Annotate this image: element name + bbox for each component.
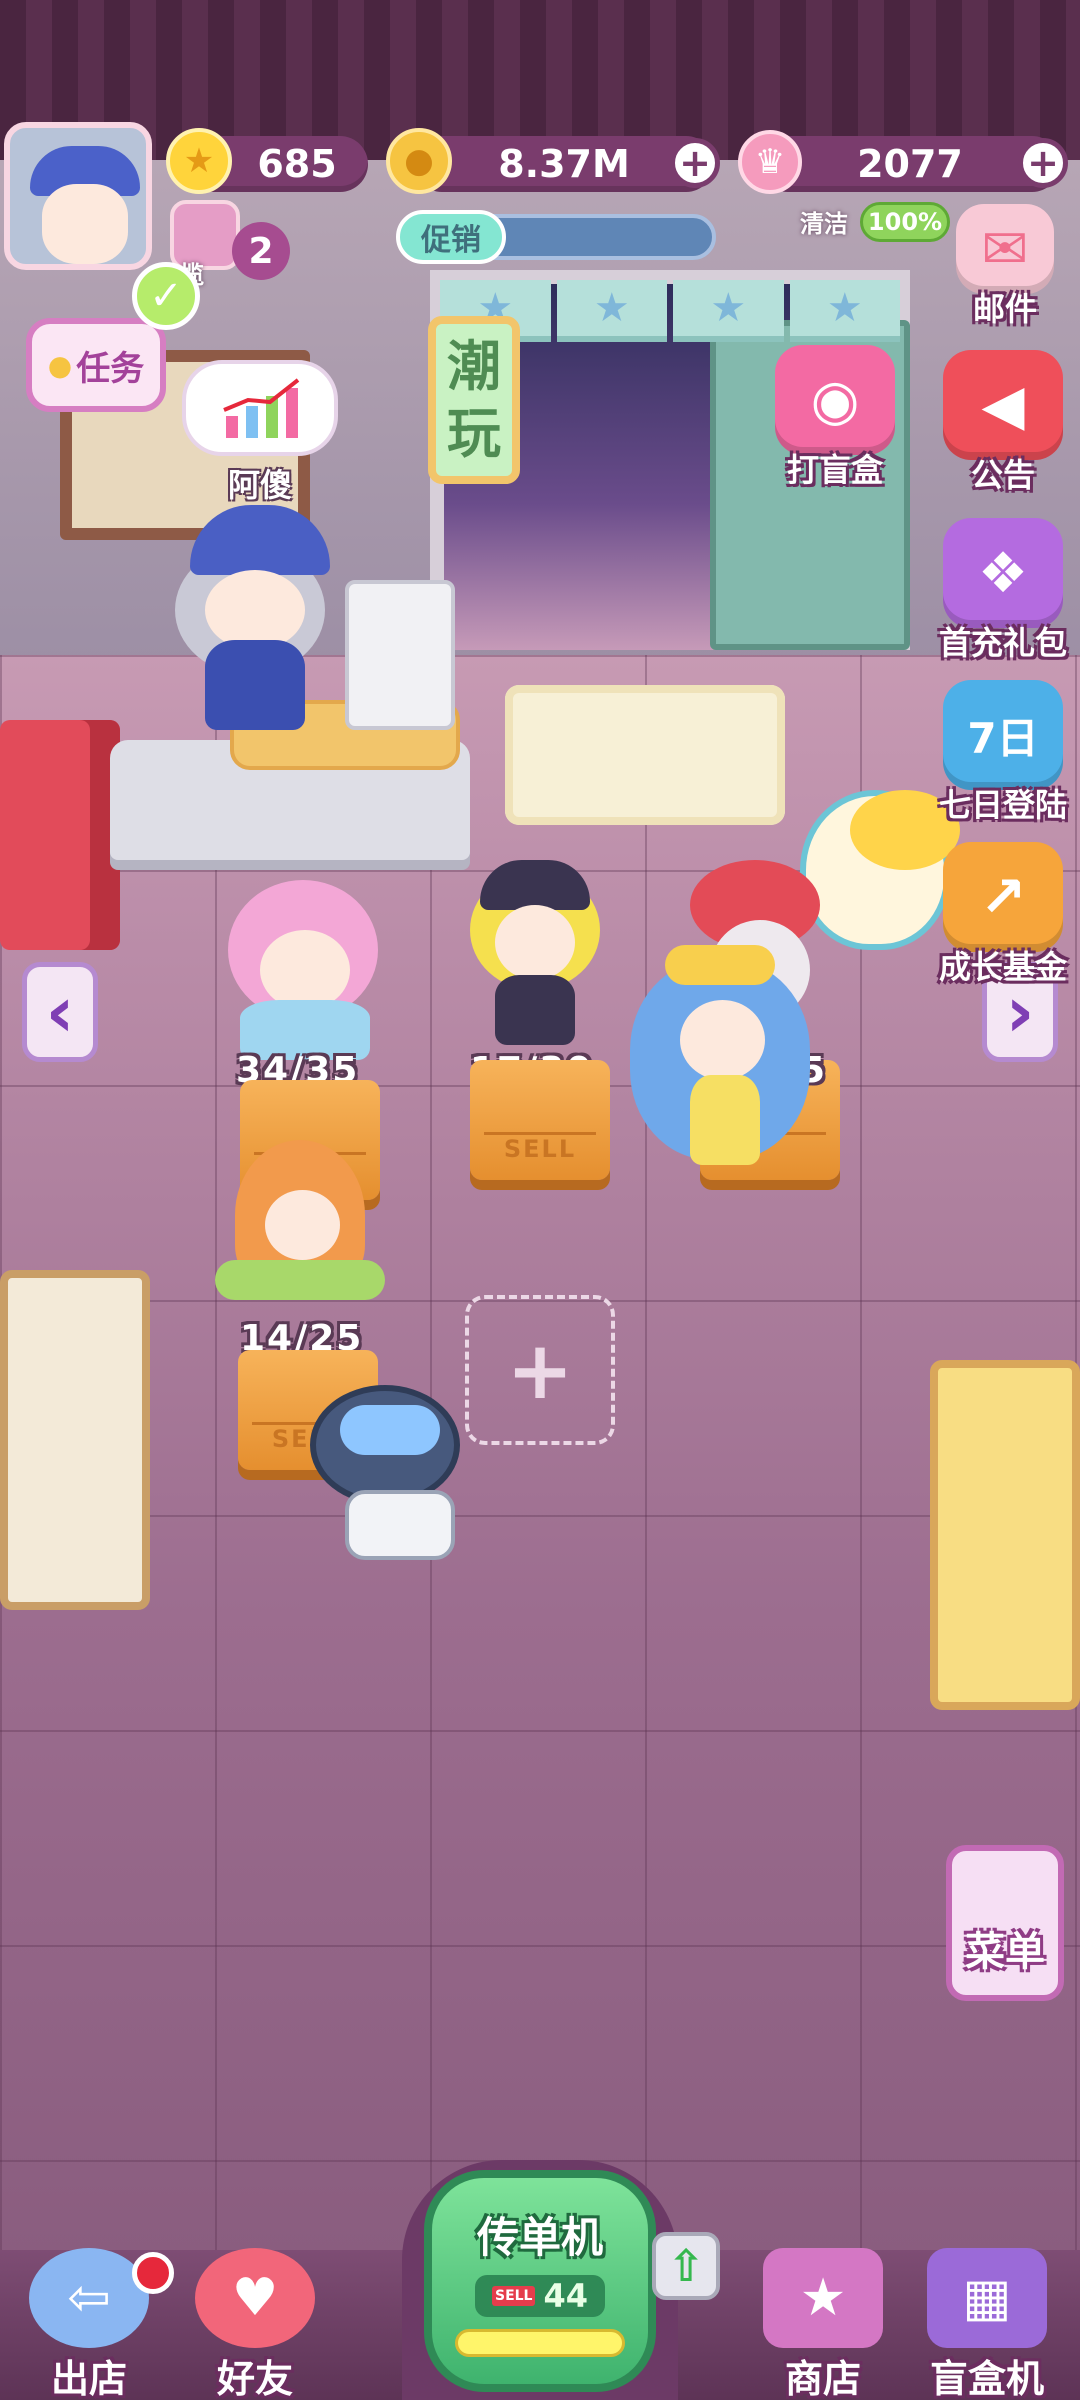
growth-fund-label: 成长基金 [938, 948, 1067, 986]
crown-value: 2077 [857, 142, 963, 186]
shopkeeper-body [205, 640, 305, 730]
crown-counter: 2077 [760, 136, 1060, 192]
menu-button[interactable]: 菜单 [946, 1845, 1064, 2001]
ribbon-shelf[interactable] [0, 1270, 150, 1610]
mail-icon: ✉ [956, 204, 1054, 294]
blindbox-icon: ◉ [775, 345, 895, 455]
customer-dress [690, 1075, 760, 1165]
sell-tag-icon: SELL [491, 2286, 536, 2306]
lightbulb-icon: ● [47, 348, 73, 382]
scroll-left-arrow[interactable]: ‹ [22, 962, 98, 1062]
flyer-count-value: 44 [543, 2277, 589, 2315]
coin-icon: ● [386, 128, 452, 194]
left-shelf [0, 720, 120, 950]
task-button[interactable]: ● 任务 [26, 318, 166, 412]
plush-shelf[interactable] [930, 1360, 1080, 1710]
vending-machine-icon: ▦ [927, 2248, 1047, 2348]
mail-label: 邮件 [972, 290, 1037, 328]
toy-face [495, 905, 575, 980]
growth-fund-button[interactable]: ↗ 成长基金 [928, 842, 1078, 988]
star-icon: ★ [166, 128, 232, 194]
door-rug [505, 685, 785, 825]
star-value: 685 [257, 142, 337, 186]
coin-value: 8.37M [498, 142, 630, 186]
gift-icon: ❖ [943, 518, 1063, 628]
robot-body [345, 1490, 455, 1560]
arrow-up-icon: ⇧ [667, 2240, 705, 2292]
leave-shop-icon: ⇦ [29, 2248, 149, 2348]
chart-up-icon [223, 378, 300, 438]
friends-label: 好友 [216, 2357, 293, 2400]
toy-face [265, 1190, 340, 1260]
task-label: 任务 [76, 348, 145, 389]
sign-char-1: 潮 [447, 334, 501, 398]
hearts-icon: ♥ [195, 2248, 315, 2348]
shopkeeper-face [205, 570, 305, 650]
toy-face [260, 930, 350, 1010]
announcement-label: 公告 [970, 456, 1035, 494]
flyer-machine-button[interactable]: 传单机 SELL 44 [424, 2170, 656, 2392]
add-coins-button[interactable]: + [670, 138, 720, 188]
mail-button[interactable]: ✉ 邮件 [930, 204, 1080, 330]
open-blindbox-label: 打盲盒 [786, 451, 883, 489]
growth-fund-icon: ↗ [943, 842, 1063, 952]
checkmark-icon: ✓ [132, 262, 200, 330]
helper-count-badge: 2 [232, 222, 290, 280]
trendy-toys-sign: 潮 玩 [428, 316, 520, 484]
blindbox-machine-button[interactable]: ▦ 盲盒机 [912, 2248, 1062, 2400]
seven-day-login-button[interactable]: 7日 七日登陆 [928, 680, 1078, 826]
coin-counter: 8.37M [414, 136, 714, 192]
plus-icon: + [679, 141, 711, 185]
friends-button[interactable]: ♥ 好友 [180, 2248, 330, 2400]
open-blindbox-button[interactable]: ◉ 打盲盒 [760, 345, 910, 491]
customer-bow [665, 945, 775, 985]
chevron-left-icon: ‹ [45, 971, 75, 1053]
crown-icon: ♛ [738, 130, 802, 194]
shop-label: 商店 [784, 2357, 861, 2400]
menu-label: 菜单 [965, 1929, 1045, 1975]
toy-cat-ears [480, 860, 590, 910]
star-icon: ★ [673, 280, 784, 342]
toy-leaf-base [215, 1260, 385, 1300]
toy-body [495, 975, 575, 1045]
plus-icon: + [506, 1323, 574, 1417]
first-recharge-gift-label: 首充礼包 [938, 624, 1067, 662]
storefront-icon: ★ [763, 2248, 883, 2348]
cleanliness-label: 清洁 [800, 210, 848, 238]
customer-face [680, 1000, 765, 1080]
star-icon: ★ [556, 280, 667, 342]
upgrade-button[interactable]: ⇧ [652, 2232, 720, 2300]
sell-pedestal[interactable]: SELL [470, 1060, 610, 1180]
blindbox-machine-label: 盲盒机 [929, 2357, 1044, 2400]
avatar-face [42, 184, 128, 264]
notification-dot [132, 2252, 174, 2294]
cash-register [345, 580, 455, 730]
robot-visor [340, 1405, 440, 1455]
first-recharge-gift-button[interactable]: ❖ 首充礼包 [928, 518, 1078, 664]
plus-icon: + [1027, 141, 1059, 185]
sign-char-2: 玩 [447, 402, 501, 465]
npc-name-label: 阿傻 [228, 466, 293, 504]
leave-shop-label: 出店 [50, 2357, 127, 2400]
flyer-count: SELL 44 [475, 2275, 605, 2317]
sales-chart-bubble[interactable] [182, 360, 338, 456]
shop-button[interactable]: ★ 商店 [748, 2248, 898, 2400]
add-crowns-button[interactable]: + [1018, 138, 1068, 188]
flyer-progress-bar [455, 2329, 625, 2357]
flyer-machine-label: 传单机 [476, 2213, 603, 2262]
calendar-7-icon: 7日 [943, 680, 1063, 790]
megaphone-icon: ◀ [943, 350, 1063, 460]
sell-label: SELL [484, 1132, 596, 1164]
star-icon: ★ [789, 280, 900, 342]
seven-day-login-label: 七日登陆 [938, 786, 1067, 824]
player-avatar[interactable] [4, 122, 152, 270]
add-display-slot-button[interactable]: + [465, 1295, 615, 1445]
promotion-label[interactable]: 促销 [396, 210, 506, 264]
announcement-button[interactable]: ◀ 公告 [928, 350, 1078, 496]
